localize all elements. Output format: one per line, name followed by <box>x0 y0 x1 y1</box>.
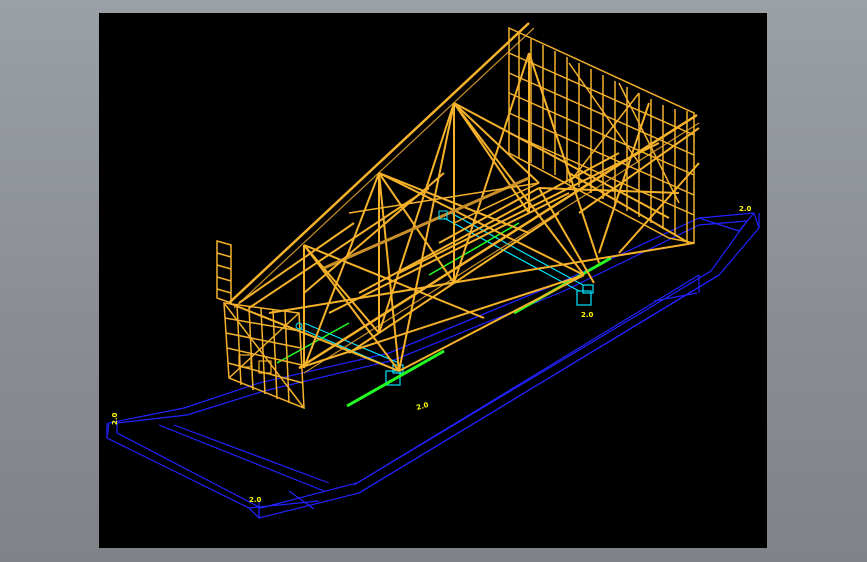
dimension-label-bottom: 2.0 <box>249 496 262 504</box>
cad-viewport[interactable]: 2.0 2.0 2.0 2.0 2.0 <box>99 13 767 548</box>
dimension-label-left: 2.0 <box>111 412 119 425</box>
barge-outline <box>106 212 760 519</box>
dimension-label-right: 2.0 <box>581 311 594 319</box>
dimension-label-center: 2.0 <box>415 401 429 412</box>
dimension-label-corner: 2.0 <box>739 205 752 213</box>
cad-drawing: 2.0 2.0 2.0 2.0 2.0 <box>106 22 760 519</box>
